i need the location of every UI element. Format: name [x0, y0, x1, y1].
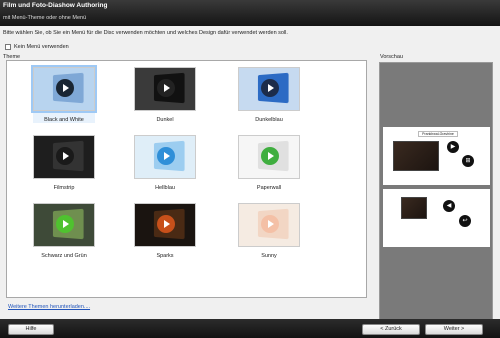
- play-icon: [56, 147, 74, 165]
- play-icon: [157, 79, 175, 97]
- preview-section-label: Vorschau: [380, 54, 403, 60]
- play-icon: [56, 215, 74, 233]
- no-menu-label: Kein Menü verwenden: [14, 44, 69, 50]
- theme-thumbnail: [134, 135, 196, 179]
- preview-scene-thumbnail: [401, 197, 427, 219]
- theme-thumbnail: [33, 203, 95, 247]
- theme-item[interactable]: Dunkelblau: [238, 67, 300, 123]
- preview-scene-menu: ◀ ↩: [383, 189, 490, 247]
- theme-thumbnail: [238, 67, 300, 111]
- return-icon: ↩: [459, 215, 471, 227]
- instruction-text: Bitte wählen Sie, ob Sie ein Menü für di…: [3, 30, 288, 36]
- theme-name: Schwarz und Grün: [41, 253, 87, 259]
- theme-thumbnail: [33, 135, 95, 179]
- theme-thumbnail: [134, 203, 196, 247]
- theme-name: Dunkel: [156, 117, 174, 123]
- wizard-title: Film und Foto-Diashow Authoring: [3, 2, 108, 9]
- preview-menu-title: Prankhwal-Gravhine: [418, 131, 458, 137]
- wizard-footer: Hilfe < Zurück Weiter >: [0, 319, 500, 338]
- download-more-themes-link[interactable]: Weitere Themen herunterladen....: [8, 304, 90, 310]
- no-menu-checkbox[interactable]: [5, 44, 11, 50]
- play-icon: [261, 147, 279, 165]
- theme-item[interactable]: Black and White: [31, 65, 97, 123]
- theme-item[interactable]: Hellblau: [134, 135, 196, 191]
- theme-thumbnail: [31, 65, 97, 113]
- theme-name: Black and White: [44, 117, 84, 123]
- play-icon: ▶: [447, 141, 459, 153]
- preview-pane: Prankhwal-Gravhine ▶ ⊞ ◀ ↩: [379, 62, 493, 322]
- help-button[interactable]: Hilfe: [8, 324, 54, 335]
- wizard-subtitle: mit Menü-Theme oder ohne Menü: [3, 15, 87, 21]
- theme-thumbnail: [238, 203, 300, 247]
- next-button[interactable]: Weiter >: [425, 324, 483, 335]
- theme-item[interactable]: Sparks: [134, 203, 196, 259]
- play-icon: [157, 147, 175, 165]
- back-icon: ◀: [443, 200, 455, 212]
- theme-thumbnail: [134, 67, 196, 111]
- theme-item[interactable]: Schwarz und Grün: [33, 203, 95, 259]
- play-icon: [261, 79, 279, 97]
- grid-icon: ⊞: [462, 155, 474, 167]
- theme-name: Dunkelblau: [255, 117, 283, 123]
- theme-item[interactable]: Paperwall: [238, 135, 300, 191]
- preview-main-menu: Prankhwal-Gravhine ▶ ⊞: [383, 127, 490, 185]
- theme-name: Paperwall: [256, 185, 282, 191]
- no-menu-checkbox-row[interactable]: Kein Menü verwenden: [5, 44, 69, 50]
- theme-name: Filmstrip: [53, 185, 75, 191]
- theme-item[interactable]: Sunny: [238, 203, 300, 259]
- wizard-header: Film und Foto-Diashow Authoring mit Menü…: [0, 0, 500, 26]
- theme-thumbnail: [238, 135, 300, 179]
- play-icon: [56, 79, 74, 97]
- theme-item[interactable]: Dunkel: [134, 67, 196, 123]
- play-icon: [157, 215, 175, 233]
- theme-list: Black and White Dunkel Dunkelblau Filmst…: [6, 60, 367, 298]
- theme-name: Sunny: [261, 253, 277, 259]
- theme-name: Hellblau: [155, 185, 175, 191]
- preview-menu-thumbnail: [393, 141, 439, 171]
- theme-name: Sparks: [156, 253, 174, 259]
- back-button[interactable]: < Zurück: [362, 324, 420, 335]
- play-icon: [261, 215, 279, 233]
- theme-item[interactable]: Filmstrip: [33, 135, 95, 191]
